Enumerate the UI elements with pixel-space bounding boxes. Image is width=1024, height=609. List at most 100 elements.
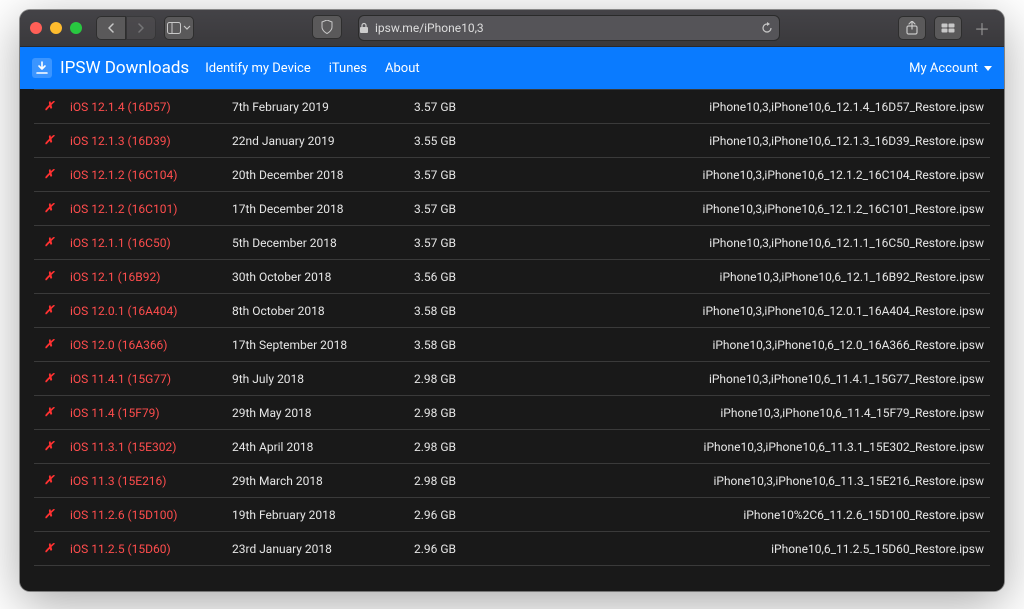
firmware-date: 7th February 2019 [226,90,408,124]
firmware-version-link[interactable]: iOS 12.1.2 (16C101) [70,202,177,216]
firmware-row[interactable]: ✗iOS 11.3.1 (15E302)24th April 20182.98 … [34,430,990,464]
privacy-shield-button[interactable] [312,15,342,39]
unsigned-icon: ✗ [34,498,64,532]
unsigned-icon: ✗ [34,124,64,158]
firmware-filename: iPhone10,6_11.2.2_15C202_Restore.ipsw [510,566,990,578]
firmware-row[interactable]: ✗iOS 12.1 (16B92)30th October 20183.56 G… [34,260,990,294]
firmware-row[interactable]: ✗iOS 11.4.1 (15G77)9th July 20182.98 GBi… [34,362,990,396]
download-icon [32,58,52,78]
nav-about[interactable]: About [385,61,420,76]
firmware-version-link[interactable]: iOS 11.4 (15F79) [70,406,160,420]
firmware-table-scroll[interactable]: ✗ iOS 12.1.4 (16D57) 7th February 2019 3.57… [34,89,990,577]
firmware-row[interactable]: ✗iOS 12.1.1 (16C50)5th December 20183.57… [34,226,990,260]
firmware-filename: iPhone10,3,iPhone10,6_12.0.1_16A404_Rest… [510,294,990,328]
unsigned-icon: ✗ [34,566,64,578]
firmware-filename: iPhone10,3,iPhone10,6_11.4_15F79_Restore… [510,396,990,430]
firmware-row[interactable]: ✗iOS 12.0 (16A366)17th September 20183.5… [34,328,990,362]
share-button[interactable] [898,16,926,40]
firmware-size: 3.57 GB [408,192,510,226]
firmware-row[interactable]: ✗iOS 11.2.2 (15C202)8th January 20182.96… [34,566,990,578]
brand[interactable]: IPSW Downloads [32,58,189,78]
firmware-row[interactable]: ✗iOS 11.2.5 (15D60)23rd January 20182.96… [34,532,990,566]
firmware-date: 9th July 2018 [226,362,408,396]
firmware-row[interactable]: ✗iOS 12.1.2 (16C101)17th December 20183.… [34,192,990,226]
firmware-date: 8th January 2018 [226,566,408,578]
safari-window: { "browser": { "url_display": "ipsw.me/i… [20,10,1004,591]
toolbar-right: ＋ [898,16,994,40]
firmware-version-link[interactable]: iOS 11.2.2 (15C202) [70,576,177,578]
firmware-date: 30th October 2018 [226,260,408,294]
firmware-version-link[interactable]: iOS 11.4.1 (15G77) [70,372,171,386]
firmware-version-link[interactable]: iOS 11.3.1 (15E302) [70,440,176,454]
firmware-filename: iPhone10%2C6_11.2.6_15D100_Restore.ipsw [510,498,990,532]
unsigned-icon: ✗ [34,192,64,226]
firmware-date: 20th December 2018 [226,158,408,192]
firmware-row[interactable]: ✗ iOS 11.3 (15E216) 29th March 20182.98 GB… [34,464,990,498]
new-tab-button[interactable]: ＋ [970,16,994,40]
close-window-button[interactable] [30,22,42,34]
unsigned-icon: ✗ [34,362,64,396]
nav-itunes[interactable]: iTunes [329,61,367,76]
firmware-size: 2.98 GB [408,464,510,498]
firmware-version-link[interactable]: iOS 12.0.1 (16A404) [70,304,177,318]
firmware-version-link[interactable]: iOS 12.1.4 (16D57) [70,100,171,114]
firmware-date: 29th March 2018 [226,464,408,498]
sidebar-toggle-button[interactable] [164,16,194,40]
firmware-size: 2.98 GB [408,396,510,430]
nav-links: Identify my Device iTunes About [205,61,419,76]
firmware-version-link[interactable]: iOS 12.0 (16A366) [70,338,167,352]
minimize-window-button[interactable] [50,22,62,34]
window-controls [30,22,82,34]
unsigned-icon: ✗ [34,294,64,328]
reload-button[interactable] [761,22,773,34]
firmware-filename: iPhone10,3,iPhone10,6_12.0_16A366_Restor… [510,328,990,362]
firmware-date: 19th February 2018 [226,498,408,532]
lock-icon [359,22,369,34]
firmware-date: 29th May 2018 [226,396,408,430]
firmware-filename: iPhone10,6_11.2.5_15D60_Restore.ipsw [510,532,990,566]
browser-toolbar: ipsw.me/iPhone10,3 ＋ [20,10,1004,47]
firmware-date: 22nd January 2019 [226,124,408,158]
firmware-version-link[interactable]: iOS 12.1.1 (16C50) [70,236,171,250]
firmware-filename: iPhone10,3,iPhone10,6_12.1.2_16C104_Rest… [510,158,990,192]
unsigned-icon: ✗ [34,158,64,192]
page-content: ✗ iOS 12.1.4 (16D57) 7th February 2019 3.57… [20,89,1004,591]
fullscreen-window-button[interactable] [70,22,82,34]
firmware-row[interactable]: ✗iOS 12.1.4 (16D57)7th February 20193.57… [34,90,990,124]
firmware-size: 3.55 GB [408,124,510,158]
nav-identify[interactable]: Identify my Device [205,61,311,76]
firmware-version-link[interactable]: iOS 12.1 (16B92) [70,270,160,284]
unsigned-icon: ✗ [34,464,64,498]
forward-button[interactable] [126,16,156,40]
firmware-filename: iPhone10,3,iPhone10,6_12.1_16B92_Restore… [510,260,990,294]
firmware-row[interactable]: ✗iOS 11.4 (15F79)29th May 20182.98 GBiPh… [34,396,990,430]
firmware-row[interactable]: ✗ iOS 12.1.3 (16D39) 22nd January 20193.55… [34,124,990,158]
firmware-size: 2.96 GB [408,498,510,532]
site-navbar: IPSW Downloads Identify my Device iTunes… [20,47,1004,89]
firmware-version-link[interactable]: iOS 11.3 (15E216) [70,474,166,488]
firmware-date: 5th December 2018 [226,226,408,260]
back-button[interactable] [96,16,126,40]
firmware-version-link[interactable]: iOS 11.2.6 (15D100) [70,508,177,522]
unsigned-icon: ✗ [34,532,64,566]
tabs-button[interactable] [934,16,962,40]
brand-label: IPSW Downloads [60,58,189,78]
firmware-row[interactable]: ✗iOS 12.1.2 (16C104)20th December 20183.… [34,158,990,192]
firmware-size: 2.98 GB [408,362,510,396]
firmware-date: 24th April 2018 [226,430,408,464]
url-field[interactable]: ipsw.me/iPhone10,3 [358,15,780,41]
firmware-size: 3.58 GB [408,294,510,328]
firmware-filename: iPhone10,3,iPhone10,6_11.3.1_15E302_Rest… [510,430,990,464]
firmware-row[interactable]: ✗ iOS 11.2.6 (15D100) 19th February 20182.… [34,498,990,532]
firmware-row[interactable]: ✗iOS 12.0.1 (16A404)8th October 20183.58… [34,294,990,328]
url-text: ipsw.me/iPhone10,3 [375,21,484,35]
firmware-size: 3.57 GB [408,226,510,260]
firmware-version-link[interactable]: iOS 12.1.3 (16D39) [70,134,171,148]
unsigned-icon: ✗ [34,90,64,124]
my-account-label: My Account [909,61,978,76]
firmware-size: 3.56 GB [408,260,510,294]
my-account-dropdown[interactable]: My Account [909,61,992,76]
firmware-version-link[interactable]: iOS 11.2.5 (15D60) [70,542,171,556]
firmware-version-link[interactable]: iOS 12.1.2 (16C104) [70,168,177,182]
firmware-size: 3.58 GB [408,328,510,362]
